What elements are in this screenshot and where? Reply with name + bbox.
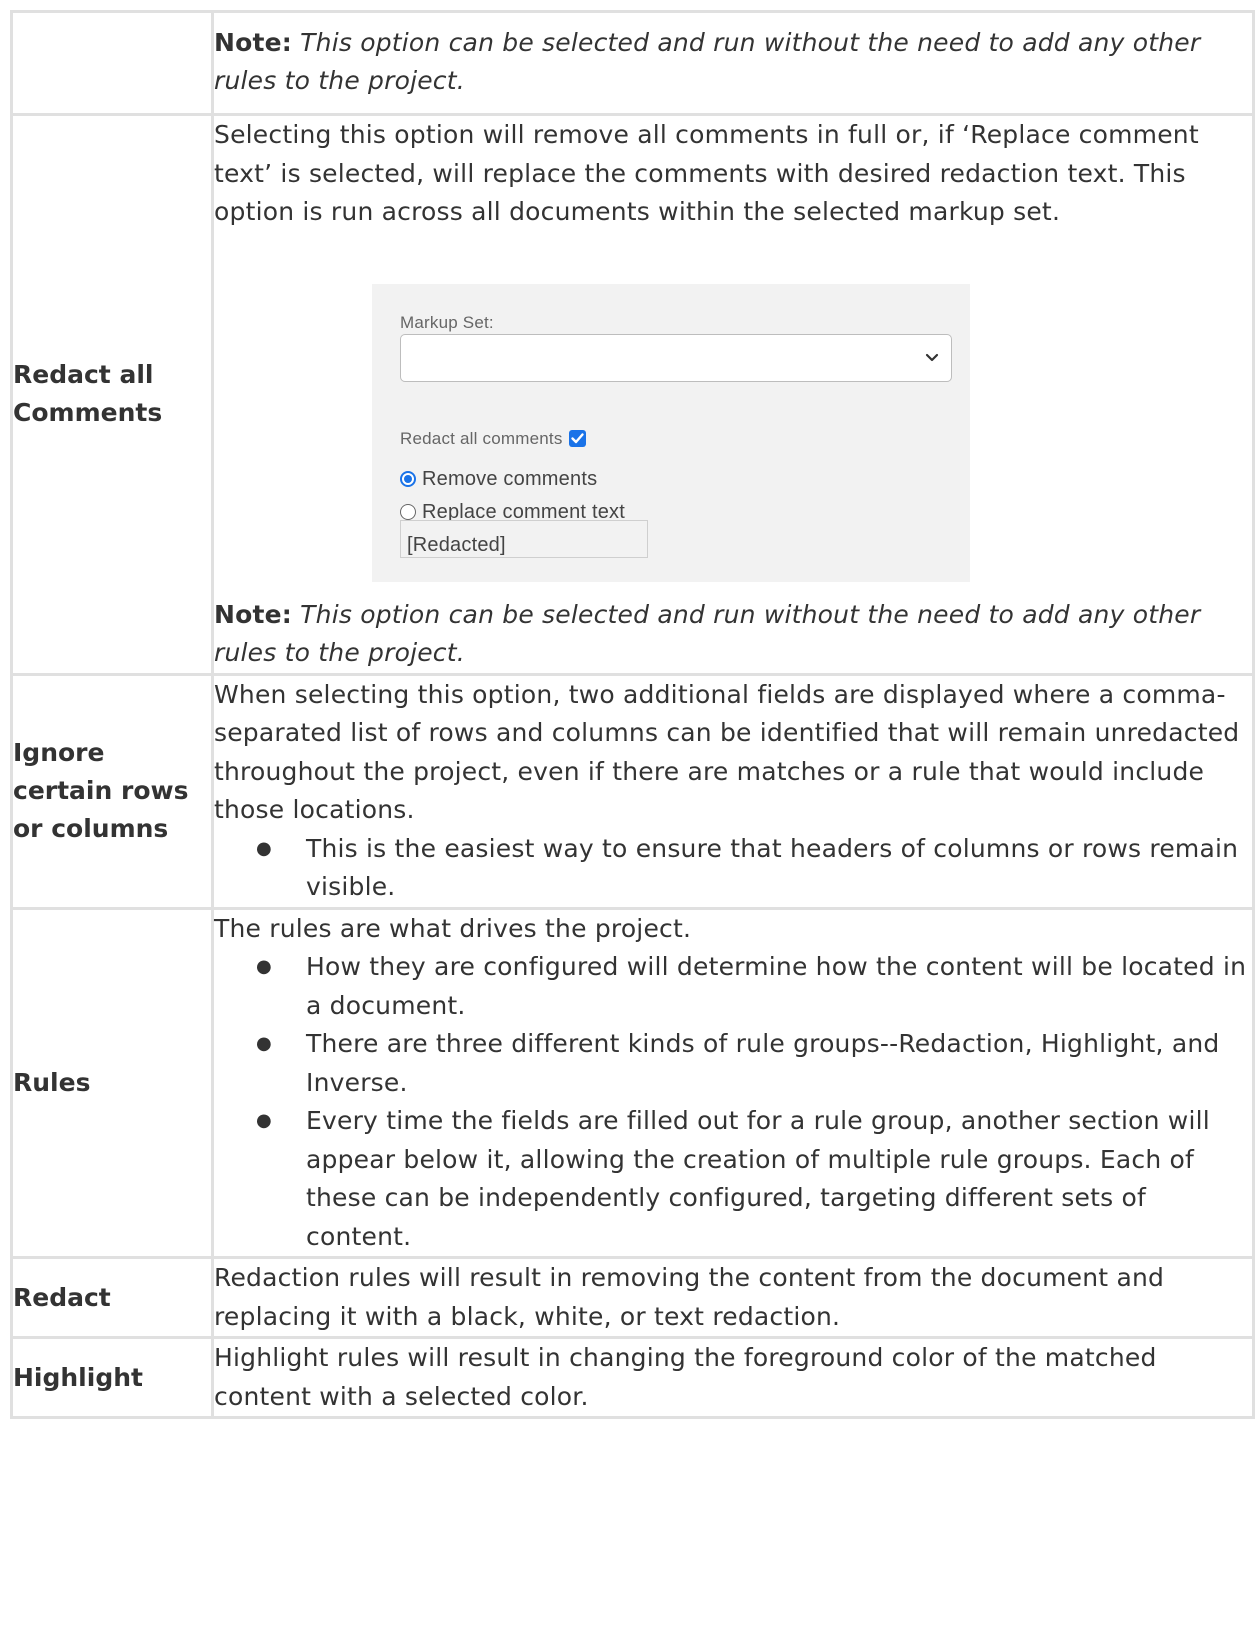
redact-all-comments-label: Redact all comments [400,428,563,448]
note-text: This option can be selected and run with… [214,599,1201,668]
table-row: Highlight Highlight rules will result in… [10,1336,1255,1419]
ignore-description: When selecting this option, two addition… [214,679,1240,825]
row-description: Highlight rules will result in changing … [211,1336,1255,1419]
ignore-bullet-list: This is the easiest way to ensure that h… [214,830,1252,907]
markup-set-select[interactable] [400,333,952,382]
note-text: This option can be selected and run with… [214,27,1201,96]
list-item: How they are configured will determine h… [256,948,1252,1025]
chevron-down-icon [925,353,939,361]
remove-comments-radio[interactable] [400,470,416,487]
row-description: When selecting this option, two addition… [211,672,1255,910]
table-row: Note: This option can be selected and ru… [10,10,1255,116]
table-row: Redact Redaction rules will result in re… [10,1256,1255,1339]
row-description: The rules are what drives the project. H… [211,906,1255,1259]
table-row: Ignore certain rows or columns When sele… [10,672,1255,910]
comments-description: Selecting this option will remove all co… [214,120,1199,226]
rules-bullet-list: How they are configured will determine h… [214,948,1252,1256]
list-item: This is the easiest way to ensure that h… [256,830,1252,907]
options-table: Note: This option can be selected and ru… [10,10,1255,1419]
table-row: Redact all Comments Selecting this optio… [10,113,1255,676]
table-row: Rules The rules are what drives the proj… [10,906,1255,1259]
note-label: Note: [214,27,293,57]
note-label: Note: [214,599,293,629]
redact-all-comments-checkbox[interactable] [568,430,586,448]
note: Note: This option can be selected and ru… [214,596,1252,673]
checkmark-icon [570,433,584,444]
replacement-text-field[interactable]: [Redacted] [400,519,648,558]
redact-all-comments-option: Redact all comments [400,420,586,459]
row-label-redact-all-comments: Redact all Comments [10,113,214,676]
row-description: Redaction rules will result in removing … [211,1256,1255,1339]
replace-comment-text-radio[interactable] [400,503,416,520]
row-label-empty [10,10,214,116]
row-description: Note: This option can be selected and ru… [211,10,1255,116]
row-label-ignore-rows-columns: Ignore certain rows or columns [10,672,214,910]
row-description: Selecting this option will remove all co… [211,113,1255,676]
rules-description: The rules are what drives the project. [214,913,692,943]
row-label-highlight: Highlight [10,1336,214,1419]
list-item: Every time the fields are filled out for… [256,1102,1252,1256]
markup-set-panel: Markup Set: Redact all comments Remove c… [372,283,970,582]
row-label-rules: Rules [10,906,214,1259]
list-item: There are three different kinds of rule … [256,1025,1252,1102]
row-label-redact: Redact [10,1256,214,1339]
